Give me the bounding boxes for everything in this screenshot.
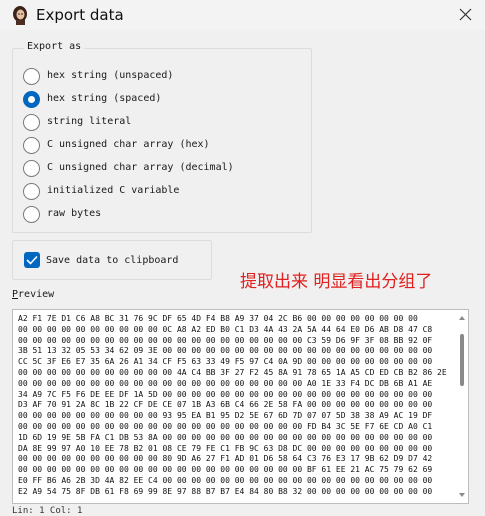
preview-textbox[interactable]: A2 F1 7E D1 C6 A8 BC 31 76 9C DF 65 4D F… bbox=[12, 309, 469, 504]
radio-string-literal[interactable]: string literal bbox=[23, 114, 223, 132]
radio-circle bbox=[23, 68, 40, 85]
checkmark-icon bbox=[26, 255, 38, 265]
radio-label: string literal bbox=[47, 116, 132, 127]
preview-line: E0 FF B6 A6 2B 3D 4A 82 EE C4 00 00 00 0… bbox=[18, 475, 433, 485]
radio-c-array-hex[interactable]: C unsigned char array (hex) bbox=[23, 137, 223, 155]
preview-line: A2 F1 7E D1 C6 A8 BC 31 76 9C DF 65 4D F… bbox=[18, 314, 418, 323]
radio-circle bbox=[23, 160, 40, 177]
radio-hex-spaced[interactable]: hex string (spaced) bbox=[23, 91, 223, 109]
save-to-clipboard-checkbox[interactable]: Save data to clipboard bbox=[24, 252, 204, 270]
radio-circle bbox=[23, 206, 40, 223]
preview-line: 00 00 00 00 00 00 00 00 00 00 93 95 EA B… bbox=[18, 411, 433, 421]
preview-line: 00 00 00 00 00 00 00 00 00 00 00 00 00 0… bbox=[18, 378, 433, 388]
preview-content: A2 F1 7E D1 C6 A8 BC 31 76 9C DF 65 4D F… bbox=[18, 314, 448, 500]
preview-label-rest: review bbox=[18, 289, 55, 300]
close-icon bbox=[459, 8, 472, 21]
radio-circle bbox=[23, 91, 40, 108]
preview-line: 00 00 00 00 00 00 00 00 00 00 00 00 00 0… bbox=[18, 465, 433, 475]
preview-line: 00 00 00 00 00 00 00 00 00 00 00 00 00 0… bbox=[18, 335, 433, 345]
preview-line: 34 A9 7C F5 F6 DE EE DF 1A 5D 00 00 00 0… bbox=[18, 389, 433, 399]
annotation-text: 提取出来 明显看出分组了 bbox=[240, 272, 433, 292]
radio-circle bbox=[23, 183, 40, 200]
radio-label: hex string (spaced) bbox=[47, 93, 162, 104]
preview-line: 00 00 00 00 00 00 00 00 00 00 00 00 00 0… bbox=[18, 421, 433, 431]
radio-initialized-c-variable[interactable]: initialized C variable bbox=[23, 183, 223, 201]
vertical-scrollbar[interactable] bbox=[458, 314, 466, 499]
radio-raw-bytes[interactable]: raw bytes bbox=[23, 206, 223, 224]
radio-c-array-decimal[interactable]: C unsigned char array (decimal) bbox=[23, 160, 234, 178]
cursor-position-status: Lin: 1 Col: 1 bbox=[12, 506, 83, 516]
radio-label: C unsigned char array (hex) bbox=[47, 139, 210, 150]
preview-line: DA 8E 99 97 A0 10 EE 78 B2 01 08 CE 79 F… bbox=[18, 443, 433, 453]
avatar-app-icon bbox=[13, 6, 27, 25]
checkbox-label: Save data to clipboard bbox=[46, 255, 179, 266]
radio-label: C unsigned char array (decimal) bbox=[47, 162, 234, 173]
export-as-label: Export as bbox=[24, 41, 85, 52]
window-title: Export data bbox=[36, 6, 124, 24]
checkbox-box bbox=[24, 252, 40, 268]
close-button[interactable] bbox=[447, 0, 485, 30]
preview-line: 1D 6D 19 9E 5B FA C1 DB 53 8A 00 00 00 0… bbox=[18, 432, 433, 442]
radio-hex-unspaced[interactable]: hex string (unspaced) bbox=[23, 68, 223, 86]
preview-line: E2 A9 54 75 8F DB 61 F8 69 99 8E 97 88 B… bbox=[18, 486, 433, 496]
preview-label: Preview bbox=[12, 289, 54, 300]
scroll-down-arrow-icon[interactable] bbox=[459, 493, 465, 497]
radio-label: raw bytes bbox=[47, 208, 102, 219]
preview-line: D3 AF 70 91 2A 8C 1B 22 CF DE CE 07 1B A… bbox=[18, 400, 433, 410]
preview-line: 00 00 00 00 00 00 00 00 00 00 00 4A C4 B… bbox=[18, 367, 447, 377]
preview-line: CC 5C 3F E6 E7 35 6A 26 A1 34 CF F5 63 3… bbox=[18, 357, 433, 367]
radio-label: hex string (unspaced) bbox=[47, 70, 174, 81]
preview-line: 00 00 00 00 00 00 00 00 00 00 80 9D A6 2… bbox=[18, 454, 433, 464]
radio-circle bbox=[23, 114, 40, 131]
preview-line: 00 00 00 00 00 00 00 00 00 00 0C A8 A2 E… bbox=[18, 324, 433, 334]
radio-label: initialized C variable bbox=[47, 185, 180, 196]
scrollbar-thumb[interactable] bbox=[460, 334, 464, 386]
scroll-up-arrow-icon[interactable] bbox=[459, 316, 465, 320]
preview-line: 3B 51 13 32 05 53 34 62 09 3E 00 00 00 0… bbox=[18, 346, 433, 356]
title-bar: Export data bbox=[0, 0, 485, 30]
radio-circle bbox=[23, 137, 40, 154]
